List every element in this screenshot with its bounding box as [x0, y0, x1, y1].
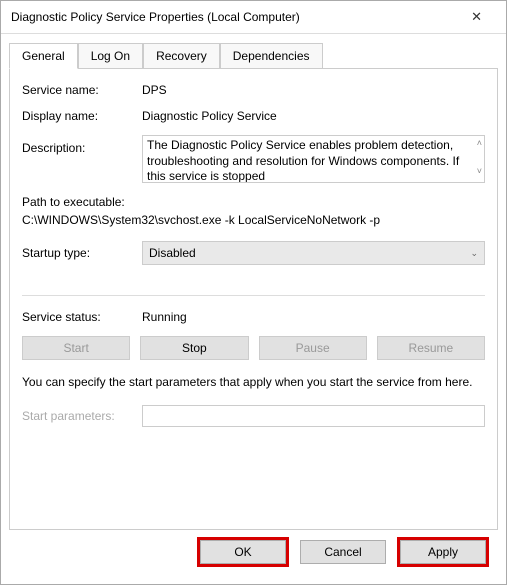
path-value: C:\WINDOWS\System32\svchost.exe -k Local… — [22, 213, 485, 227]
start-button: Start — [22, 336, 130, 360]
startup-type-select[interactable]: Disabled ⌄ — [142, 241, 485, 265]
chevron-up-icon[interactable]: ˄ — [477, 138, 482, 150]
description-label: Description: — [22, 135, 142, 183]
pause-button: Pause — [259, 336, 367, 360]
display-name-value: Diagnostic Policy Service — [142, 109, 485, 123]
titlebar: Diagnostic Policy Service Properties (Lo… — [1, 1, 506, 34]
content-area: General Log On Recovery Dependencies Ser… — [1, 34, 506, 584]
start-parameters-hint: You can specify the start parameters tha… — [22, 374, 485, 391]
divider — [22, 295, 485, 296]
description-text: The Diagnostic Policy Service enables pr… — [147, 138, 459, 183]
startup-type-value: Disabled — [149, 246, 196, 260]
tab-recovery[interactable]: Recovery — [143, 43, 220, 69]
properties-dialog: Diagnostic Policy Service Properties (Lo… — [0, 0, 507, 585]
cancel-button[interactable]: Cancel — [300, 540, 386, 564]
service-name-label: Service name: — [22, 83, 142, 97]
startup-type-label: Startup type: — [22, 246, 142, 260]
tab-general[interactable]: General — [9, 43, 78, 69]
ok-button[interactable]: OK — [200, 540, 286, 564]
scroll-arrows[interactable]: ˄ ˅ — [477, 138, 482, 177]
service-name-value: DPS — [142, 83, 485, 97]
close-icon[interactable]: ✕ — [457, 7, 496, 27]
general-panel: Service name: DPS Display name: Diagnost… — [9, 68, 498, 530]
tabstrip: General Log On Recovery Dependencies — [9, 43, 498, 69]
service-status-label: Service status: — [22, 310, 142, 324]
tab-dependencies[interactable]: Dependencies — [220, 43, 323, 69]
service-status-value: Running — [142, 310, 485, 324]
path-label: Path to executable: — [22, 195, 485, 209]
window-title: Diagnostic Policy Service Properties (Lo… — [11, 10, 300, 24]
display-name-label: Display name: — [22, 109, 142, 123]
dialog-button-row: OK Cancel Apply — [9, 530, 498, 576]
start-parameters-input[interactable] — [142, 405, 485, 427]
description-box[interactable]: The Diagnostic Policy Service enables pr… — [142, 135, 485, 183]
tab-logon[interactable]: Log On — [78, 43, 143, 69]
start-parameters-label: Start parameters: — [22, 409, 142, 423]
stop-button[interactable]: Stop — [140, 336, 248, 360]
chevron-down-icon[interactable]: ˅ — [477, 166, 482, 178]
apply-button[interactable]: Apply — [400, 540, 486, 564]
resume-button: Resume — [377, 336, 485, 360]
chevron-down-icon: ⌄ — [470, 248, 478, 259]
